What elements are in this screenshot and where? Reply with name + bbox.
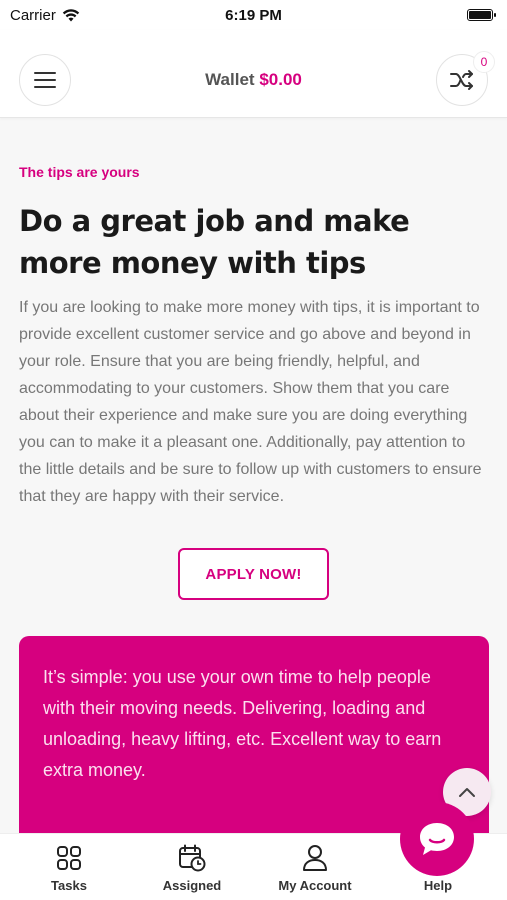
chevron-up-icon (459, 788, 475, 797)
grid-icon (57, 846, 81, 870)
tab-tasks[interactable]: Tasks (14, 844, 124, 893)
person-icon (303, 845, 327, 871)
tab-my-account-label: My Account (278, 878, 352, 893)
shuffle-button[interactable]: 0 (436, 51, 495, 106)
wifi-icon (62, 8, 80, 21)
wallet-amount: $0.00 (259, 70, 302, 89)
carrier-group: Carrier (10, 7, 80, 24)
shuffle-badge: 0 (473, 51, 495, 73)
chat-icon (420, 823, 454, 855)
shuffle-icon (450, 70, 473, 90)
section-eyebrow: The tips are yours (19, 164, 140, 180)
tab-assigned[interactable]: Assigned (137, 844, 247, 893)
tab-tasks-label: Tasks (51, 878, 87, 893)
promo-text: It’s simple: you use your own time to he… (43, 667, 442, 780)
body-paragraph: If you are looking to make more money wi… (19, 299, 482, 505)
chat-button[interactable] (400, 802, 474, 876)
status-bar: Carrier 6:19 PM (0, 0, 507, 30)
tab-help-label: Help (423, 878, 453, 893)
wallet-label: Wallet (205, 70, 255, 89)
app-header: Wallet $0.00 0 (0, 30, 507, 118)
apply-now-button[interactable]: APPLY NOW! (178, 548, 329, 600)
tab-assigned-label: Assigned (162, 878, 222, 893)
wallet-balance: Wallet $0.00 (0, 70, 507, 90)
status-time: 6:19 PM (225, 6, 282, 24)
calendar-clock-icon (179, 844, 206, 872)
tab-my-account[interactable]: My Account (260, 844, 370, 893)
carrier-label: Carrier (10, 6, 56, 24)
battery-icon (467, 9, 496, 21)
page-title: Do a great job and make more money with … (19, 204, 410, 280)
